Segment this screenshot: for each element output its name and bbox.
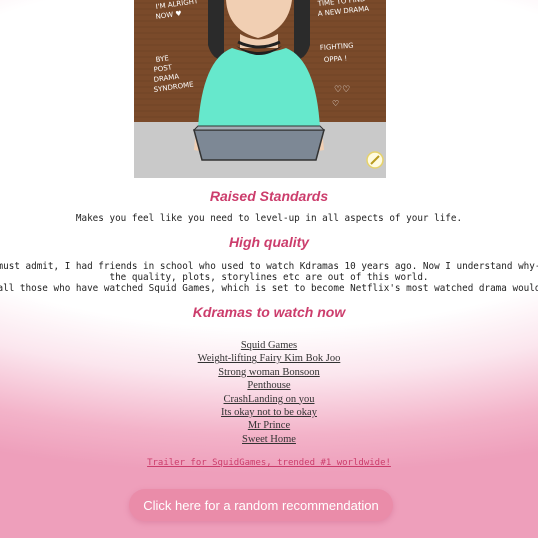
illustration-drawing: I'M ALRIGHT NOW ♥ TIME TO FIND A NEW DRA… (128, 0, 390, 178)
high-quality-line-3: all those who have watched Squid Games, … (0, 283, 538, 294)
list-item: Penthouse (0, 376, 538, 391)
svg-text:OPPA !: OPPA ! (324, 54, 348, 64)
section-title-high-quality: High quality (228, 234, 310, 250)
random-recommendation-button[interactable]: Click here for a random recommendation (129, 489, 393, 521)
svg-text:♡♡: ♡♡ (334, 85, 350, 95)
list-item: Squid Games (0, 336, 538, 351)
kdrama-link-list: Squid Games Weight-lifting Fairy Kim Bok… (0, 336, 538, 445)
list-item: Weight-lifting Fairy Kim Bok Joo (0, 349, 538, 364)
svg-text:♡: ♡ (332, 99, 339, 108)
list-item: Sweet Home (0, 430, 538, 445)
section-title-raised-standards: Raised Standards (209, 188, 329, 204)
list-item: CrashLanding on you (0, 390, 538, 405)
high-quality-line-1: must admit, I had friends in school who … (0, 261, 538, 272)
section-title-kdramas-to-watch: Kdramas to watch now (192, 304, 346, 320)
list-item: Mr Prince (0, 416, 538, 431)
trailer-link[interactable]: Trailer for SquidGames, trended #1 world… (147, 458, 391, 468)
kdrama-link[interactable]: Sweet Home (242, 434, 296, 445)
list-item: Its okay not to be okay (0, 403, 538, 418)
high-quality-line-2: the quality, plots, storylines etc are o… (109, 272, 429, 283)
raised-standards-text: Makes you feel like you need to level-up… (75, 213, 463, 224)
drama-illustration: I'M ALRIGHT NOW ♥ TIME TO FIND A NEW DRA… (128, 0, 390, 178)
trailer-container: Trailer for SquidGames, trended #1 world… (0, 450, 538, 469)
list-item: Strong woman Bonsoon (0, 363, 538, 378)
